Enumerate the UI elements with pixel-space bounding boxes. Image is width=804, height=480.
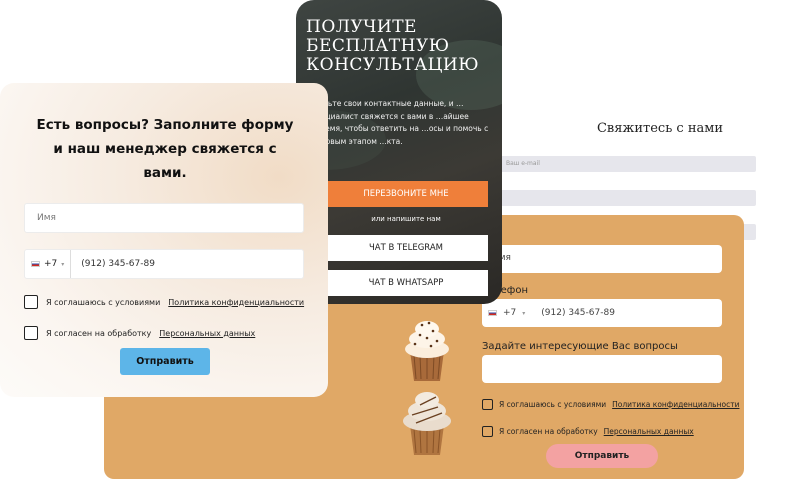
name-input[interactable]: Имя [24, 203, 304, 233]
personal-data-consent-row[interactable]: Я согласен на обработку Персональных дан… [482, 426, 694, 437]
form-field[interactable] [500, 190, 756, 206]
russia-flag-icon [31, 261, 40, 267]
personal-data-consent-text: Я согласен на обработку [46, 328, 152, 338]
name-input[interactable]: Имя [482, 245, 722, 273]
phone-input[interactable]: +7 ▾ (912) 345-67-89 [24, 249, 304, 279]
phone-input[interactable]: +7 ▾ (912) 345-67-89 [482, 299, 722, 327]
email-field[interactable]: Ваш e-mail [500, 156, 756, 172]
consultation-title: ПОЛУЧИТЕ БЕСПЛАТНУЮ КОНСУЛЬТАЦИЮ [306, 17, 480, 75]
privacy-policy-link[interactable]: Политика конфиденциальности [612, 400, 739, 409]
questions-form-card: Есть вопросы? Заполните форму и наш мене… [0, 83, 328, 397]
personal-data-consent-row[interactable]: Я согласен на обработку Персональных дан… [24, 326, 255, 340]
form-heading: Есть вопросы? Заполните форму и наш мене… [36, 117, 294, 181]
telegram-chat-button[interactable]: ЧАТ В TELEGRAM [324, 235, 488, 261]
chevron-down-icon: ▾ [522, 309, 526, 317]
country-code-select[interactable]: +7 ▾ [25, 250, 72, 278]
personal-data-link[interactable]: Персональных данных [159, 329, 255, 338]
consultation-description: …вьте свои контактные данные, и …пециали… [316, 99, 489, 146]
country-code[interactable]: +7 [503, 308, 516, 318]
privacy-checkbox[interactable] [24, 295, 38, 309]
privacy-checkbox[interactable] [482, 399, 493, 410]
privacy-consent-row[interactable]: Я соглашаюсь с условиями Политика конфид… [24, 295, 304, 309]
cupcake-image [403, 392, 451, 455]
whatsapp-chat-button[interactable]: ЧАТ В WHATSAPP [324, 270, 488, 296]
privacy-policy-link[interactable]: Политика конфиденциальности [168, 298, 304, 307]
privacy-consent-text: Я соглашаюсь с условиями [46, 297, 161, 307]
submit-button[interactable]: Отправить [120, 348, 210, 375]
privacy-consent-text: Я соглашаюсь с условиями [499, 400, 607, 409]
contact-us-title: Свяжитесь с нами [596, 121, 724, 136]
chevron-down-icon: ▾ [61, 260, 65, 268]
personal-data-consent-text: Я согласен на обработку [499, 427, 598, 436]
call-me-button[interactable]: ПЕРЕЗВОНИТЕ МНЕ [324, 181, 488, 207]
phone-placeholder: (912) 345-67-89 [81, 259, 155, 269]
personal-data-checkbox[interactable] [24, 326, 38, 340]
phone-placeholder: (912) 345-67-89 [541, 308, 615, 318]
personal-data-link[interactable]: Персональных данных [604, 427, 694, 436]
question-input[interactable] [482, 355, 722, 383]
personal-data-checkbox[interactable] [482, 426, 493, 437]
or-write-text: или напишите нам [371, 215, 441, 223]
privacy-consent-row[interactable]: Я соглашаюсь с условиями Политика конфид… [482, 399, 739, 410]
question-label: Задайте интересующие Вас вопросы [482, 341, 678, 352]
cupcake-image [405, 321, 449, 381]
russia-flag-icon [488, 310, 497, 316]
country-code: +7 [44, 259, 58, 269]
submit-button[interactable]: Отправить [546, 444, 658, 468]
